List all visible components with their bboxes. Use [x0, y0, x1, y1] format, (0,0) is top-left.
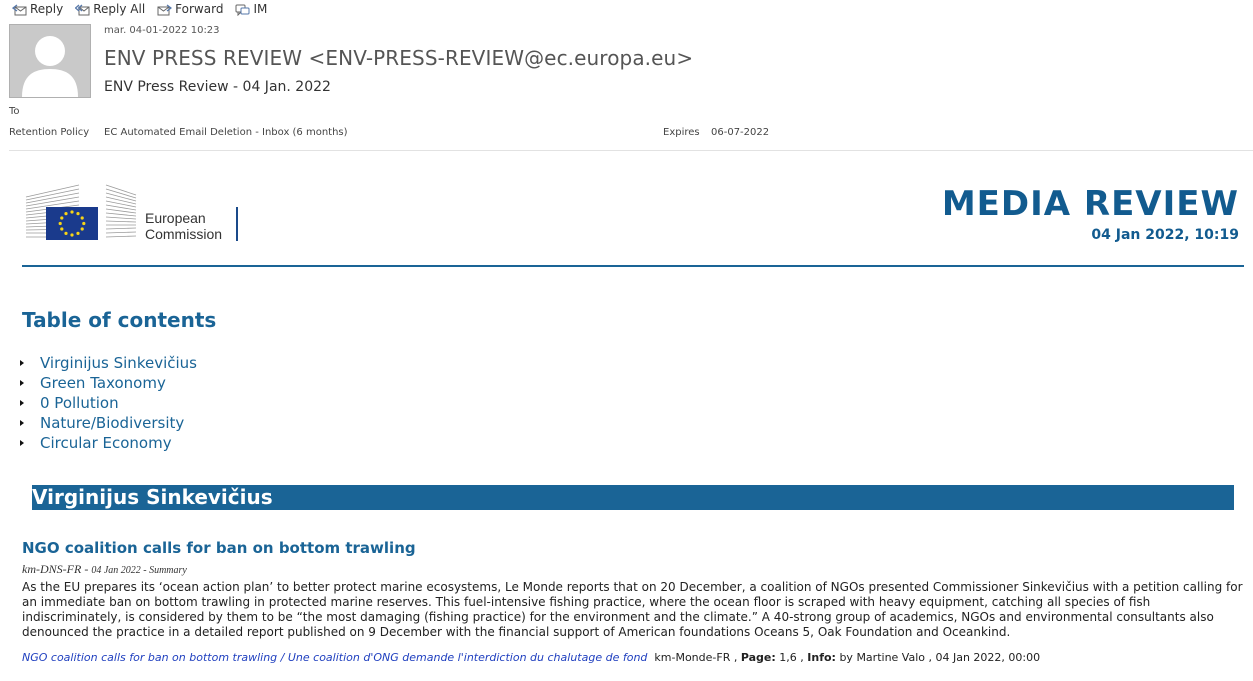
toc-item[interactable]: Virginijus Sinkevičius — [18, 353, 197, 373]
expires-label: Expires — [663, 127, 700, 138]
article-meta-source: km-DNS-FR - — [22, 562, 92, 576]
header-rule — [22, 265, 1244, 267]
logo-line-1: European — [145, 210, 206, 226]
header-divider — [9, 150, 1253, 151]
toc-item[interactable]: Nature/Biodiversity — [18, 413, 197, 433]
sender-address[interactable]: ENV PRESS REVIEW <ENV-PRESS-REVIEW@ec.eu… — [104, 46, 693, 70]
reply-all-label: Reply All — [93, 2, 146, 16]
bullet-icon — [20, 380, 24, 386]
toc-item-label[interactable]: Circular Economy — [40, 434, 172, 452]
section-header: Virginijus Sinkevičius — [32, 485, 1234, 510]
article-source: km-Monde-FR — [654, 651, 731, 664]
article-footer: NGO coalition calls for ban on bottom tr… — [22, 651, 1041, 664]
im-icon — [235, 4, 250, 16]
toc-item[interactable]: Green Taxonomy — [18, 373, 197, 393]
page-value: 1,6 — [779, 651, 797, 664]
toc-title: Table of contents — [22, 308, 217, 332]
toc-list: Virginijus Sinkevičius Green Taxonomy 0 … — [18, 353, 197, 453]
media-review-title: MEDIA REVIEW — [941, 184, 1239, 224]
info-value: by Martine Valo , 04 Jan 2022, 00:00 — [839, 651, 1041, 664]
bullet-icon — [20, 400, 24, 406]
forward-label: Forward — [175, 2, 224, 16]
european-commission-wordmark: European Commission — [145, 210, 222, 242]
article-body: As the EU prepares its ‘ocean action pla… — [22, 580, 1243, 639]
forward-icon — [157, 3, 173, 15]
im-label: IM — [253, 2, 268, 16]
message-subject: ENV Press Review - 04 Jan. 2022 — [104, 79, 331, 95]
forward-button[interactable]: Forward — [157, 2, 223, 16]
reply-icon — [12, 3, 27, 15]
logo-line-2: Commission — [145, 226, 223, 242]
toc-item[interactable]: Circular Economy — [18, 433, 197, 453]
retention-policy-value: EC Automated Email Deletion - Inbox (6 m… — [104, 127, 348, 138]
bullet-icon — [20, 420, 24, 426]
article-meta-date: 04 Jan 2022 - Summary — [91, 565, 187, 576]
bullet-icon — [20, 440, 24, 446]
media-review-date: 04 Jan 2022, 10:19 — [1091, 227, 1239, 243]
retention-policy-label: Retention Policy — [9, 127, 90, 138]
im-button[interactable]: IM — [235, 2, 267, 16]
to-label: To — [9, 106, 20, 117]
article-title: NGO coalition calls for ban on bottom tr… — [22, 539, 416, 557]
bullet-icon — [20, 360, 24, 366]
message-date: mar. 04-01-2022 10:23 — [104, 25, 220, 36]
toc-item-label[interactable]: Virginijus Sinkevičius — [40, 354, 197, 372]
info-label: Info: — [807, 651, 836, 664]
page-label: Page: — [740, 651, 776, 664]
sender-avatar — [9, 24, 91, 98]
article-meta: km-DNS-FR - 04 Jan 2022 - Summary — [22, 562, 187, 577]
toc-item[interactable]: 0 Pollution — [18, 393, 197, 413]
article-link[interactable]: NGO coalition calls for ban on bottom tr… — [22, 651, 647, 664]
reply-label: Reply — [30, 2, 64, 16]
message-toolbar: Reply Reply All Forward IM — [12, 0, 267, 18]
person-icon — [10, 25, 90, 97]
logo-divider-bar — [236, 207, 238, 241]
toc-item-label[interactable]: Green Taxonomy — [40, 374, 166, 392]
reply-all-icon — [75, 4, 90, 15]
reply-all-button[interactable]: Reply All — [75, 2, 145, 16]
expires-value: 06-07-2022 — [711, 127, 770, 138]
toc-item-label[interactable]: 0 Pollution — [40, 394, 119, 412]
reply-button[interactable]: Reply — [12, 2, 63, 16]
toc-item-label[interactable]: Nature/Biodiversity — [40, 414, 184, 432]
